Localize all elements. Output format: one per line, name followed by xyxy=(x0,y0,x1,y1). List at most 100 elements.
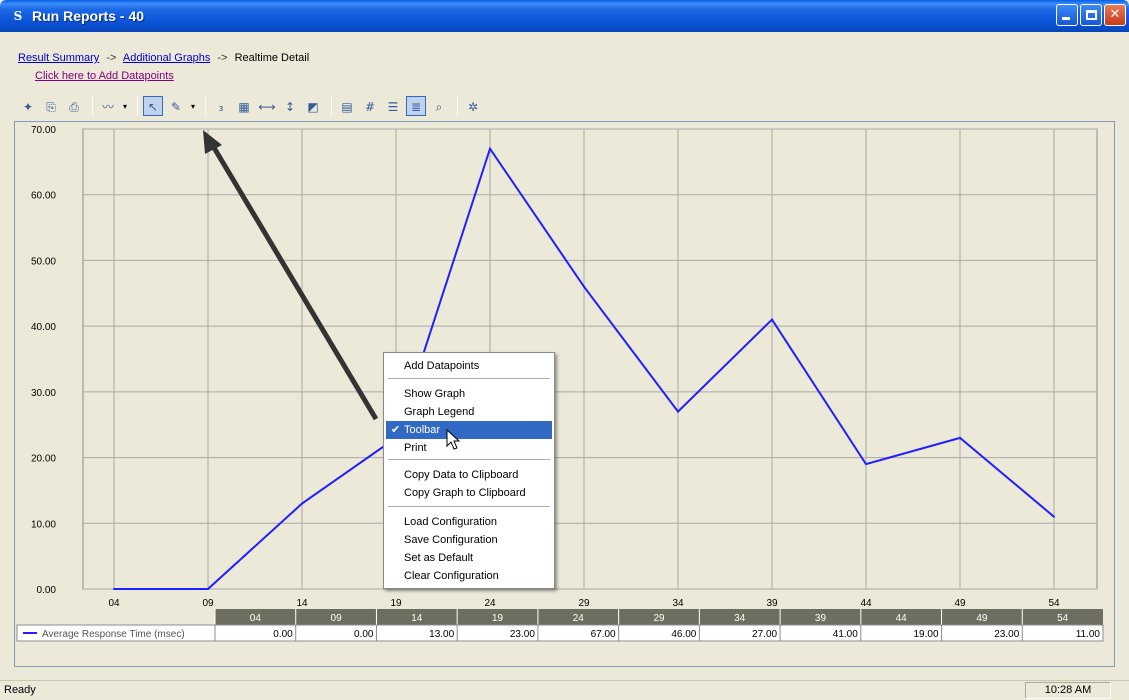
gallery-button[interactable]: 〰 xyxy=(98,96,118,116)
menu-item-graph-legend[interactable]: Graph Legend xyxy=(386,403,552,421)
zoom-button[interactable]: ⌕ xyxy=(429,96,449,116)
breadcrumb-result-summary[interactable]: Result Summary xyxy=(18,52,99,64)
list-icon: ≣ xyxy=(410,100,422,114)
table-value-cell: 13.00 xyxy=(429,629,454,640)
y-tick-label: 40.00 xyxy=(31,322,56,333)
grid-icon: ▦ xyxy=(238,100,250,114)
x-tick-label: 24 xyxy=(484,598,496,609)
menu-item-add-datapoints[interactable]: Add Datapoints xyxy=(386,357,552,375)
gallery-icon: 〰 xyxy=(101,100,114,114)
print-button[interactable]: ⎙ xyxy=(64,96,84,116)
dropdown-caret-button[interactable]: ▾ xyxy=(121,96,129,116)
menu-item-toolbar[interactable]: ✔ Toolbar xyxy=(386,421,552,439)
table-value-cell: 0.00 xyxy=(354,629,374,640)
menu-item-copy-data-to-clipboard[interactable]: Copy Data to Clipboard xyxy=(386,466,552,484)
tools-button[interactable]: ✲ xyxy=(463,96,483,116)
legend-button[interactable]: ☰ xyxy=(383,96,403,116)
data-point xyxy=(771,318,773,321)
menu-item-clear-configuration[interactable]: Clear Configuration xyxy=(386,567,552,585)
title-bar[interactable]: S Run Reports - 40 ✕ xyxy=(0,0,1129,32)
menu-item-set-as-default[interactable]: Set as Default xyxy=(386,549,552,567)
pointer-icon: ↖ xyxy=(147,100,159,114)
legend-label: Average Response Time (msec) xyxy=(42,629,185,640)
data-editor-button[interactable]: ₃ xyxy=(211,96,231,116)
x-tick-label: 39 xyxy=(766,598,778,609)
breadcrumb: Result Summary -> Additional Graphs -> R… xyxy=(18,52,309,64)
menu-item-print[interactable]: Print xyxy=(386,439,552,457)
menu-item-copy-graph-to-clipboard[interactable]: Copy Graph to Clipboard xyxy=(386,484,552,502)
toolbar-separator xyxy=(137,96,138,116)
breadcrumb-separator: -> xyxy=(106,52,117,64)
graph-toolbar: ✦ ⎘ ⎙ 〰 ▾ ↖ ✎ ▾ ₃ ▦ ⟷ ↕ ◩ ▤ # ☰ ≣ ⌕ ✲ xyxy=(18,92,1110,120)
properties-button[interactable]: ◩ xyxy=(303,96,323,116)
vertical-zoom-button[interactable]: ⟷ xyxy=(257,96,277,116)
dropdown-caret-button[interactable]: ▾ xyxy=(189,96,197,116)
table-header-cell: 24 xyxy=(573,613,585,624)
dropdown-caret-icon: ▾ xyxy=(122,102,127,111)
data-point xyxy=(583,285,585,288)
x-tick-label: 29 xyxy=(578,598,590,609)
data-point xyxy=(301,502,303,505)
minimize-button[interactable] xyxy=(1056,4,1078,26)
x-tick-label: 49 xyxy=(954,598,966,609)
breadcrumb-additional-graphs[interactable]: Additional Graphs xyxy=(123,52,210,64)
horizontal-zoom-icon: ↕ xyxy=(284,100,296,114)
breadcrumb-current: Realtime Detail xyxy=(234,52,310,64)
data-point xyxy=(113,588,115,590)
axis-button[interactable]: # xyxy=(360,96,380,116)
table-header-cell: 29 xyxy=(653,613,665,624)
status-bar: Ready 10:28 AM xyxy=(0,680,1129,700)
toolbar-separator xyxy=(457,96,458,116)
table-header-cell: 09 xyxy=(331,613,343,624)
y-tick-label: 30.00 xyxy=(31,388,56,399)
add-datapoints-link[interactable]: Click here to Add Datapoints xyxy=(35,70,174,82)
menu-item-label: Copy Data to Clipboard xyxy=(404,469,519,481)
menu-item-label: Toolbar xyxy=(404,424,441,436)
maximize-button[interactable] xyxy=(1080,4,1102,26)
table-value-cell: 0.00 xyxy=(273,629,293,640)
marker-button[interactable]: ✎ xyxy=(166,96,186,116)
maximize-icon xyxy=(1086,10,1097,20)
horizontal-zoom-button[interactable]: ↕ xyxy=(280,96,300,116)
context-menu: Add Datapoints Show Graph Graph Legend ✔ Too… xyxy=(383,352,555,589)
x-tick-label: 09 xyxy=(202,598,214,609)
marker-icon: ✎ xyxy=(170,100,182,114)
y-tick-label: 60.00 xyxy=(31,191,56,202)
data-point xyxy=(489,147,491,150)
menu-item-label: Set as Default xyxy=(404,552,474,564)
table-header-cell: 54 xyxy=(1057,613,1069,624)
wizard-button[interactable]: ✦ xyxy=(18,96,38,116)
line-chart[interactable]: 0.00 10.00 20.00 30.00 40.00 50.00 60.00 70.00 0… xyxy=(15,122,1116,668)
wizard-icon: ✦ xyxy=(22,100,34,114)
pointer-button[interactable]: ↖ xyxy=(143,96,163,116)
chart-type-button[interactable]: ▤ xyxy=(337,96,357,116)
table-header-cell: 14 xyxy=(411,613,423,624)
menu-item-label: Show Graph xyxy=(404,388,466,400)
menu-separator xyxy=(388,506,550,507)
table-header-cell: 49 xyxy=(976,613,988,624)
tools-icon: ✲ xyxy=(467,100,479,114)
x-tick-label: 14 xyxy=(296,598,308,609)
status-clock: 10:28 AM xyxy=(1025,682,1111,699)
menu-item-show-graph[interactable]: Show Graph xyxy=(386,385,552,403)
list-button[interactable]: ≣ xyxy=(406,96,426,116)
copy-icon: ⎘ xyxy=(46,100,56,114)
y-tick-label: 10.00 xyxy=(31,519,56,530)
menu-item-load-configuration[interactable]: Load Configuration xyxy=(386,513,552,531)
table-value-cell: 41.00 xyxy=(833,629,858,640)
menu-separator xyxy=(388,459,550,460)
graph-area[interactable]: 0.00 10.00 20.00 30.00 40.00 50.00 60.00 70.00 0… xyxy=(14,121,1115,667)
axis-icon: # xyxy=(364,100,376,114)
close-button[interactable]: ✕ xyxy=(1104,4,1126,26)
copy-button[interactable]: ⎘ xyxy=(41,96,61,116)
window-title: Run Reports - 40 xyxy=(32,8,145,24)
table-value-cell: 67.00 xyxy=(591,629,616,640)
menu-item-save-configuration[interactable]: Save Configuration xyxy=(386,531,552,549)
table-header-cell: 44 xyxy=(896,613,908,624)
menu-item-label: Print xyxy=(404,442,427,454)
y-tick-label: 0.00 xyxy=(37,585,57,596)
data-point xyxy=(865,463,867,466)
menu-item-label: Clear Configuration xyxy=(404,570,499,582)
table-value-cell: 19.00 xyxy=(914,629,939,640)
grid-button[interactable]: ▦ xyxy=(234,96,254,116)
